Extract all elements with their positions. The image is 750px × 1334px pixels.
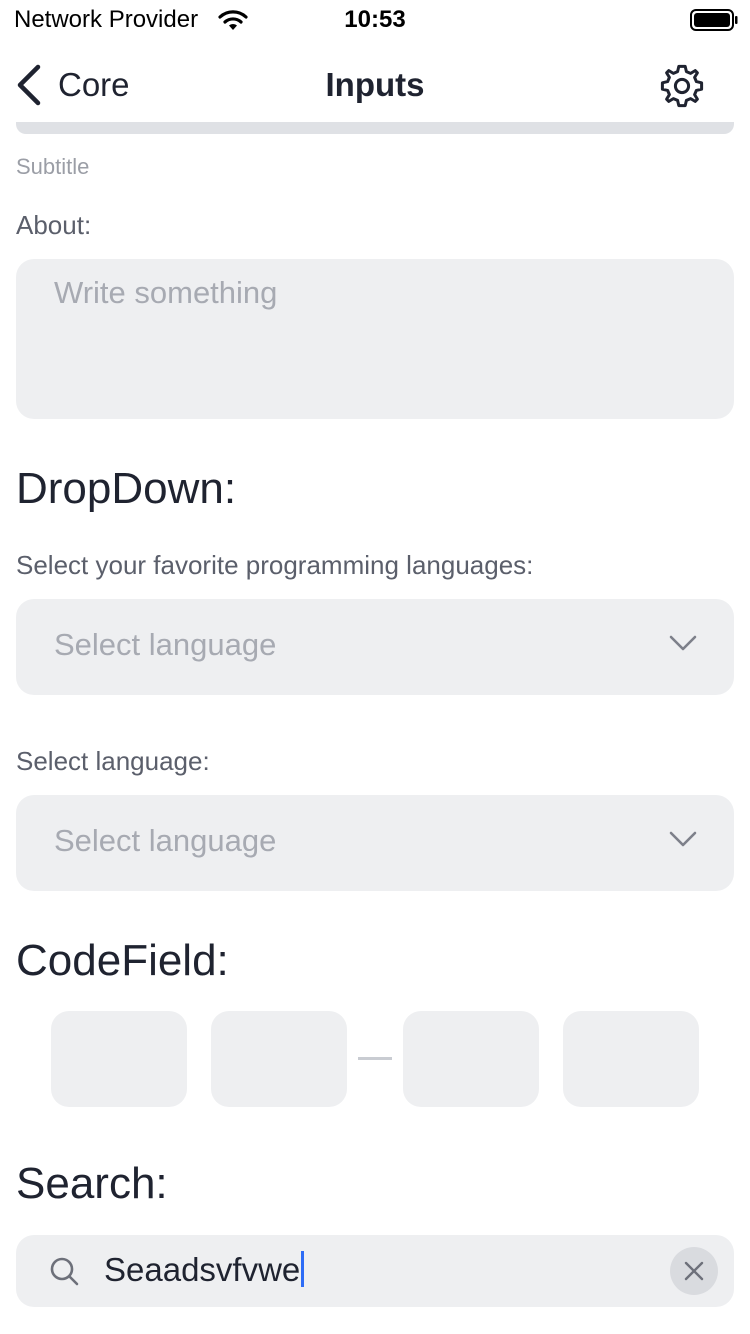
search-value: Seaadsvfvwe bbox=[104, 1251, 301, 1288]
about-label: About: bbox=[16, 210, 92, 240]
battery-icon bbox=[690, 9, 738, 31]
inputs-screen: Network Provider 10:53 Core Inputs Subti… bbox=[0, 0, 750, 1334]
subtitle-text: Subtitle bbox=[16, 154, 90, 179]
search-heading: Search: bbox=[16, 1159, 168, 1208]
back-button[interactable]: Core bbox=[14, 60, 130, 110]
previous-field-edge bbox=[16, 122, 734, 134]
dropdown-placeholder: Select language bbox=[54, 627, 277, 662]
clear-search-button[interactable] bbox=[670, 1247, 718, 1295]
navigation-bar: Core Inputs bbox=[0, 50, 750, 120]
gear-icon[interactable] bbox=[658, 62, 706, 110]
favorite-languages-dropdown[interactable]: Select language bbox=[16, 599, 734, 695]
code-cell-4[interactable] bbox=[563, 1011, 699, 1107]
dropdown-placeholder: Select language bbox=[54, 823, 277, 858]
favorite-languages-label: Select your favorite programming languag… bbox=[16, 550, 534, 580]
about-textarea[interactable] bbox=[16, 259, 734, 419]
back-label: Core bbox=[58, 66, 130, 103]
status-bar: Network Provider 10:53 bbox=[0, 0, 750, 40]
search-input[interactable]: Seaadsvfvwe bbox=[16, 1235, 734, 1307]
chevron-down-icon bbox=[669, 635, 697, 651]
code-cell-2[interactable] bbox=[211, 1011, 347, 1107]
search-icon bbox=[50, 1257, 79, 1286]
text-cursor bbox=[301, 1251, 305, 1287]
chevron-left-icon bbox=[17, 64, 41, 106]
search-query: Seaadsvfvwe bbox=[104, 1251, 305, 1289]
code-separator bbox=[358, 1057, 392, 1060]
close-icon bbox=[684, 1261, 704, 1281]
chevron-down-icon bbox=[669, 831, 697, 847]
select-language-dropdown[interactable]: Select language bbox=[16, 795, 734, 891]
code-cell-1[interactable] bbox=[51, 1011, 187, 1107]
code-cell-3[interactable] bbox=[403, 1011, 539, 1107]
status-time: 10:53 bbox=[344, 6, 406, 33]
select-language-label: Select language: bbox=[16, 746, 210, 776]
dropdown-heading: DropDown: bbox=[16, 464, 237, 513]
codefield-heading: CodeField: bbox=[16, 936, 229, 985]
